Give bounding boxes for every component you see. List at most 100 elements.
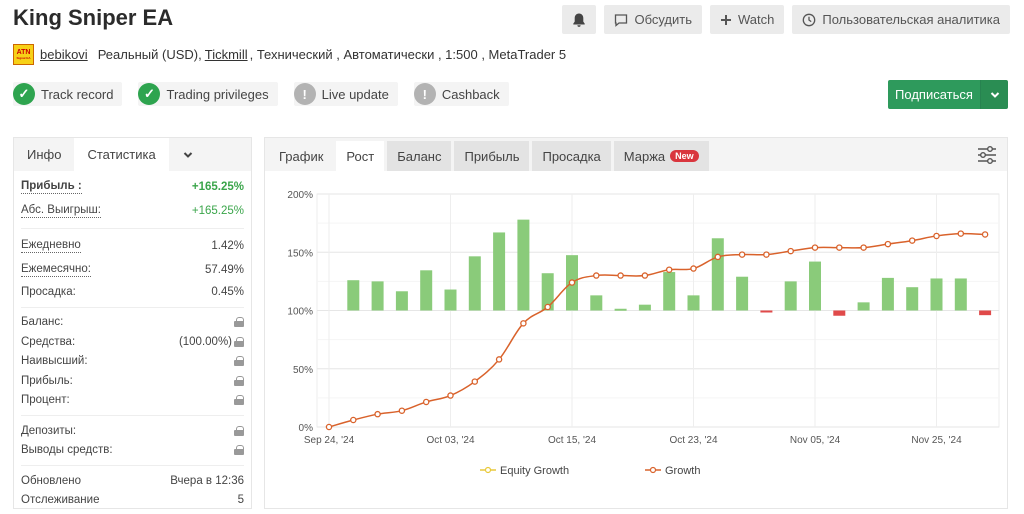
- bar: [444, 289, 457, 311]
- tab-statistics[interactable]: Статистика: [74, 138, 169, 171]
- stat-label: Выводы средств:: [21, 444, 113, 457]
- growth-point: [884, 240, 892, 248]
- legend-label: Growth: [665, 465, 700, 477]
- growth-point: [836, 244, 843, 251]
- stats-tabs: Инфо Статистика: [14, 138, 251, 171]
- stat-equity: Средства: (100.00%): [21, 332, 244, 352]
- growth-point: [933, 232, 940, 240]
- stat-value: 5: [237, 494, 244, 507]
- y-tick-label: 200%: [287, 190, 313, 201]
- growth-point: [714, 253, 722, 261]
- badge-track-record[interactable]: ✓ Track record: [13, 82, 123, 106]
- badge-label: Live update: [321, 86, 389, 102]
- bar: [857, 302, 870, 311]
- x-tick-label: Oct 03, '24: [426, 435, 474, 446]
- bar: [760, 310, 773, 313]
- divider: [21, 228, 244, 229]
- analytics-button[interactable]: Пользовательская аналитика: [792, 5, 1010, 34]
- growth-chart: 0% 50% 100% 150% 200% Sep 24, '24 Oct 03, '24…: [287, 190, 1000, 477]
- discuss-button[interactable]: Обсудить: [604, 5, 703, 34]
- subscribe-dropdown-button[interactable]: [980, 80, 1008, 109]
- growth-point: [860, 244, 867, 251]
- stat-value: 1.42%: [211, 240, 244, 252]
- subscribe-button[interactable]: Подписаться: [888, 80, 980, 109]
- stat-monthly: Ежемесячно: 57.49%: [21, 258, 244, 282]
- stat-label: Баланс:: [21, 316, 64, 329]
- watch-button[interactable]: Watch: [710, 5, 785, 34]
- tab-profit[interactable]: Прибыль: [454, 141, 530, 171]
- tab-drawdown[interactable]: Просадка: [532, 141, 611, 171]
- notifications-button[interactable]: [562, 5, 597, 34]
- growth-point: [350, 416, 357, 424]
- comment-icon: [615, 13, 628, 27]
- stat-drawdown: Просадка: 0.45%: [21, 282, 244, 302]
- growth-point: [447, 392, 454, 399]
- stat-highest: Наивысший:: [21, 352, 244, 372]
- stat-balance: Баланс:: [21, 313, 244, 333]
- x-tick-label: Nov 25, '24: [911, 435, 962, 446]
- check-icon: ✓: [138, 83, 161, 105]
- lock-icon: [234, 445, 244, 456]
- badge-trading-privileges[interactable]: ✓ Trading privileges: [138, 82, 278, 106]
- bar: [638, 304, 651, 311]
- growth-point: [690, 265, 697, 272]
- stat-label: Прибыль:: [21, 374, 73, 387]
- bar: [979, 310, 992, 316]
- tab-chart[interactable]: График: [269, 141, 333, 171]
- author-link[interactable]: bebikovi: [40, 47, 88, 62]
- status-badges: ✓ Track record ✓ Trading privileges ! Li…: [13, 82, 509, 106]
- stat-label: Обновлено: [21, 474, 81, 487]
- bar: [930, 278, 943, 311]
- growth-point: [957, 230, 965, 237]
- stat-label[interactable]: Абс. Выигрыш:: [21, 204, 101, 218]
- bar: [420, 270, 433, 311]
- stats-list: Прибыль : +165.25% Абс. Выигрыш: +165.25…: [14, 171, 251, 510]
- stat-value: +165.25%: [191, 181, 244, 193]
- bar: [833, 310, 846, 316]
- bar: [663, 272, 676, 311]
- stat-label[interactable]: Ежемесячно:: [21, 263, 91, 277]
- bar: [614, 308, 627, 311]
- chart-settings-icon[interactable]: [977, 145, 997, 165]
- growth-point: [617, 272, 624, 279]
- lock-icon: [234, 395, 244, 406]
- badge-live-update[interactable]: ! Live update: [293, 82, 398, 106]
- growth-point: [374, 410, 381, 418]
- divider: [21, 415, 244, 416]
- badge-label: Trading privileges: [166, 86, 269, 102]
- author-logo: ATN Signal EA: [13, 44, 34, 65]
- growth-point: [763, 251, 770, 258]
- badge-cashback[interactable]: ! Cashback: [413, 82, 509, 106]
- growth-point: [398, 407, 406, 414]
- stat-label[interactable]: Ежедневно: [21, 239, 81, 253]
- bar: [493, 232, 506, 311]
- tab-margin[interactable]: Маржа New: [613, 141, 709, 171]
- legend-growth[interactable]: Growth: [645, 465, 700, 477]
- tab-balance[interactable]: Баланс: [387, 141, 452, 171]
- top-actions: Обсудить Watch Пользовательская аналитик…: [562, 5, 1010, 34]
- lock-icon: [234, 317, 244, 328]
- exclamation-icon: !: [413, 83, 436, 105]
- x-tick-label: Nov 05, '24: [790, 435, 841, 446]
- growth-point: [665, 266, 673, 273]
- bar: [590, 295, 603, 311]
- growth-point: [811, 244, 819, 251]
- subscribe-button-group: Подписаться: [888, 80, 1008, 109]
- stat-abs-gain: Абс. Выигрыш: +165.25%: [21, 199, 244, 223]
- legend-equity-growth[interactable]: Equity Growth: [480, 465, 569, 477]
- stat-label[interactable]: Прибыль :: [21, 180, 82, 194]
- growth-point: [593, 272, 600, 279]
- stat-daily: Ежедневно 1.42%: [21, 234, 244, 258]
- x-tick-label: Oct 23, '24: [669, 435, 717, 446]
- x-tick-label: Sep 24, '24: [304, 435, 355, 446]
- tab-growth[interactable]: Рост: [336, 141, 385, 171]
- logo-subtext: Signal EA: [16, 56, 31, 60]
- tab-info[interactable]: Инфо: [14, 138, 74, 171]
- broker-link[interactable]: Tickmill: [205, 47, 248, 62]
- tabs-more-button[interactable]: [169, 138, 207, 171]
- plus-icon: [721, 14, 732, 25]
- account-type: Реальный (USD),: [97, 47, 202, 62]
- page-title: King Sniper EA: [13, 5, 174, 30]
- stat-label: Процент:: [21, 394, 70, 407]
- growth-point: [568, 279, 576, 286]
